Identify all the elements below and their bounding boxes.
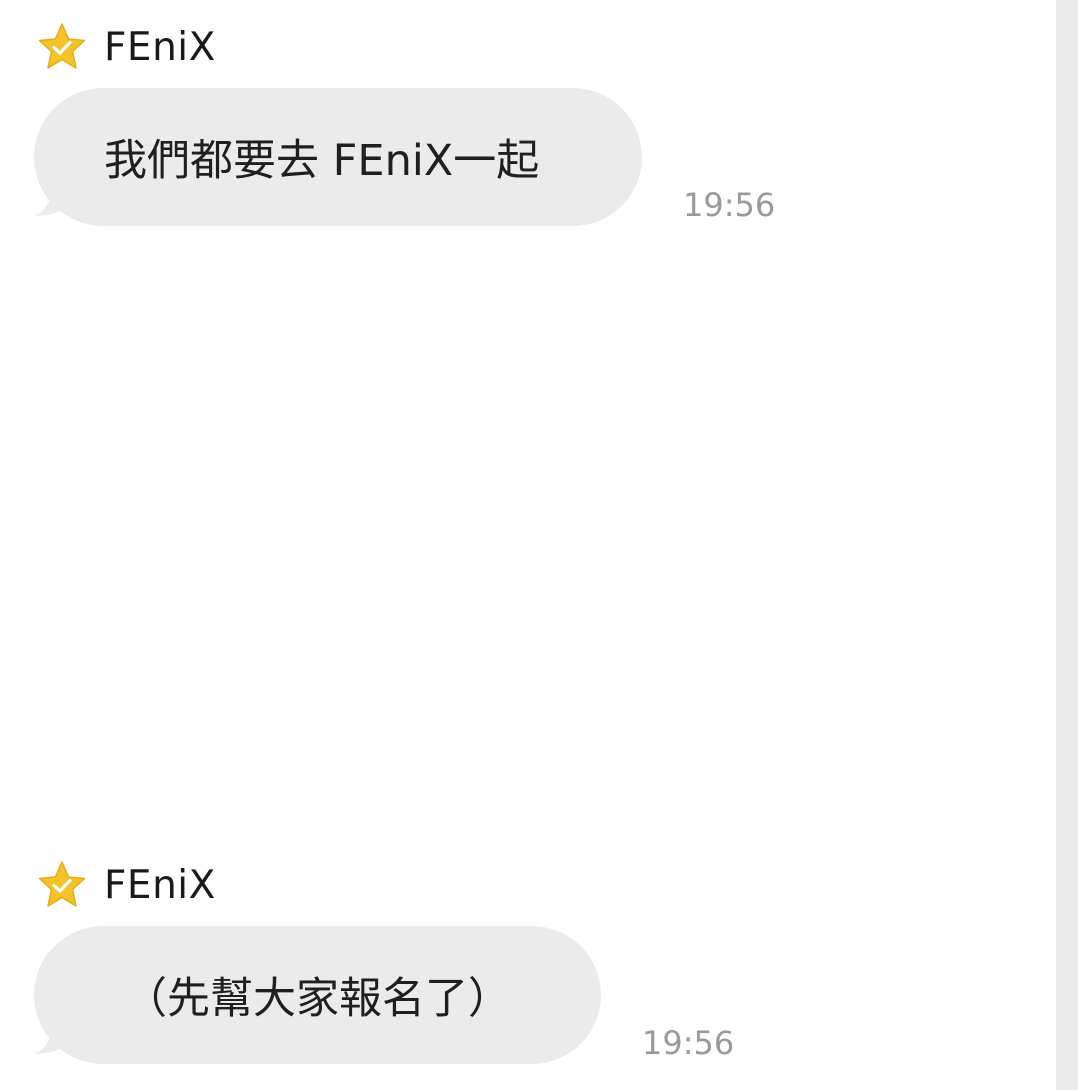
message-time: 19:56 bbox=[642, 1024, 735, 1062]
chat-area: FEniX 我們都要去 FEniX一起 19:56 FEniX （先幫大家報名了… bbox=[0, 0, 1056, 1090]
scroll-rail[interactable] bbox=[1056, 0, 1078, 1090]
message-text: 我們都要去 FEniX一起 bbox=[104, 136, 540, 186]
message-time: 19:56 bbox=[683, 186, 776, 224]
message-text: （先幫大家報名了） bbox=[124, 974, 511, 1024]
sender-row[interactable]: FEniX bbox=[36, 860, 216, 910]
message-bubble[interactable]: 我們都要去 FEniX一起 bbox=[34, 88, 642, 226]
star-check-icon bbox=[36, 860, 88, 910]
message-bubble[interactable]: （先幫大家報名了） bbox=[34, 926, 601, 1064]
sender-name[interactable]: FEniX bbox=[104, 863, 216, 908]
star-check-icon bbox=[36, 22, 88, 72]
sender-name[interactable]: FEniX bbox=[104, 25, 216, 70]
sender-row[interactable]: FEniX bbox=[36, 22, 216, 72]
